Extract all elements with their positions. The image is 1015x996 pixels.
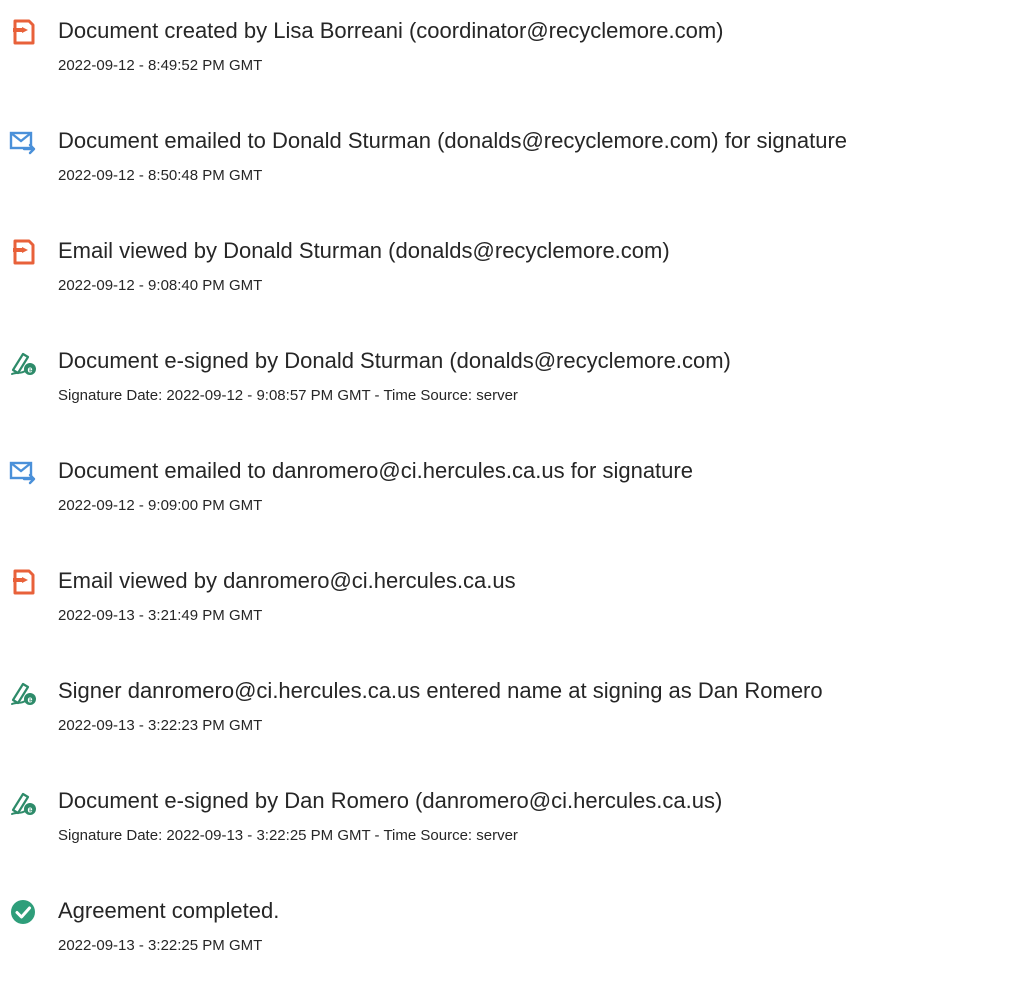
event-timestamp: 2022-09-13 - 3:22:25 PM GMT [58,937,263,954]
event-timestamp: 2022-09-13 - 3:21:49 PM GMT [58,607,263,624]
esign-icon: e [9,348,37,376]
event-timestamp: 2022-09-12 - 9:08:40 PM GMT [58,277,263,294]
audit-event: e Document e-signed by Donald Sturman (d… [0,340,1015,440]
audit-event: Agreement completed. 2022-09-13 - 3:22:2… [0,890,1015,990]
event-title: Signer danromero@ci.hercules.ca.us enter… [58,678,823,703]
audit-event: Document emailed to danromero@ci.hercule… [0,450,1015,550]
check-circle-icon [9,898,37,926]
audit-event: Email viewed by danromero@ci.hercules.ca… [0,560,1015,660]
email-icon [9,128,37,156]
audit-event: Document created by Lisa Borreani (coord… [0,10,1015,110]
event-signature-date: Signature Date: 2022-09-12 - 9:08:57 PM … [58,387,518,404]
document-icon [9,18,37,46]
audit-event: Document emailed to Donald Sturman (dona… [0,120,1015,220]
audit-event: Email viewed by Donald Sturman (donalds@… [0,230,1015,330]
audit-event-list: Document created by Lisa Borreani (coord… [0,0,1015,996]
event-title: Agreement completed. [58,898,280,923]
event-title: Document emailed to danromero@ci.hercule… [58,458,693,483]
event-title: Document e-signed by Dan Romero (danrome… [58,788,723,813]
event-signature-date: Signature Date: 2022-09-13 - 3:22:25 PM … [58,827,518,844]
svg-text:e: e [27,805,32,815]
event-timestamp: 2022-09-12 - 8:50:48 PM GMT [58,167,263,184]
event-timestamp: 2022-09-12 - 9:09:00 PM GMT [58,497,263,514]
event-title: Document created by Lisa Borreani (coord… [58,18,724,43]
event-title: Email viewed by danromero@ci.hercules.ca… [58,568,516,593]
audit-event: e Document e-signed by Dan Romero (danro… [0,780,1015,880]
event-title: Document e-signed by Donald Sturman (don… [58,348,731,373]
event-title: Document emailed to Donald Sturman (dona… [58,128,848,153]
esign-icon: e [9,788,37,816]
event-title: Email viewed by Donald Sturman (donalds@… [58,238,670,263]
event-timestamp: 2022-09-13 - 3:22:23 PM GMT [58,717,263,734]
document-icon [9,568,37,596]
document-icon [9,238,37,266]
svg-text:e: e [27,695,32,705]
audit-event: e Signer danromero@ci.hercules.ca.us ent… [0,670,1015,770]
email-icon [9,458,37,486]
event-timestamp: 2022-09-12 - 8:49:52 PM GMT [58,57,263,74]
esign-icon: e [9,678,37,706]
svg-text:e: e [27,365,32,375]
